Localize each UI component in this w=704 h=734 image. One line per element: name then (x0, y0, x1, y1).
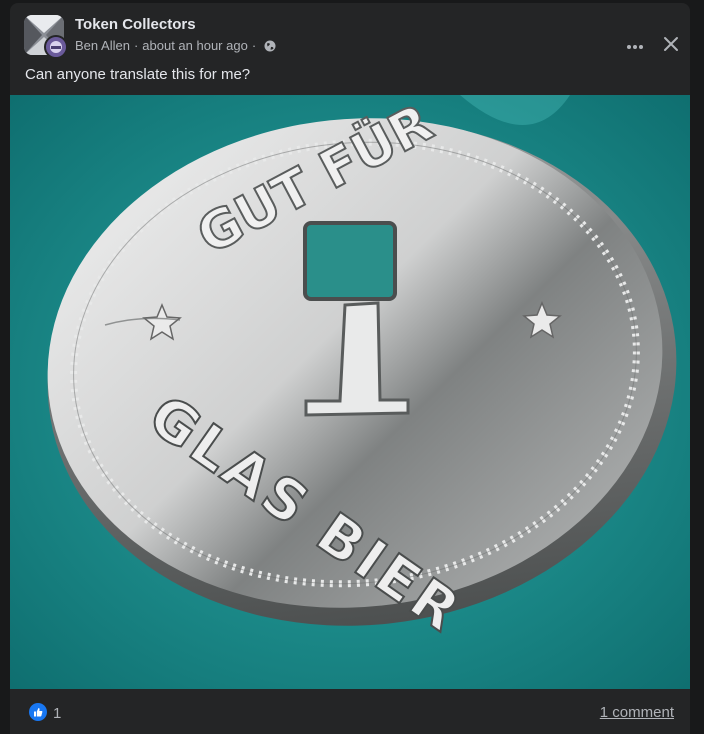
post-meta: Ben Allen · about an hour ago · (75, 38, 276, 53)
post-card: Token Collectors Ben Allen · about an ho… (10, 3, 690, 734)
post-footer: 1 1 comment (10, 689, 690, 734)
author-name-link[interactable]: Ben Allen (75, 38, 130, 53)
post-photo[interactable]: GUT FÜR GLAS BIER 1 (10, 95, 690, 689)
close-button[interactable] (657, 30, 685, 58)
reaction-count[interactable]: 1 (53, 705, 61, 722)
author-avatar[interactable] (44, 35, 68, 59)
post-timestamp-link[interactable]: about an hour ago (142, 38, 248, 53)
comment-count-link[interactable]: 1 comment (600, 704, 674, 721)
post-text: Can anyone translate this for me? (25, 66, 251, 83)
post-header: Token Collectors Ben Allen · about an ho… (24, 15, 690, 59)
meta-separator: · (133, 38, 139, 53)
group-name-link[interactable]: Token Collectors (75, 16, 196, 33)
meta-separator-2: · (251, 38, 257, 53)
like-icon[interactable] (29, 703, 47, 721)
globe-icon (264, 40, 276, 52)
more-options-button[interactable] (621, 33, 649, 61)
more-options-icon (627, 45, 643, 49)
close-icon (664, 37, 678, 51)
